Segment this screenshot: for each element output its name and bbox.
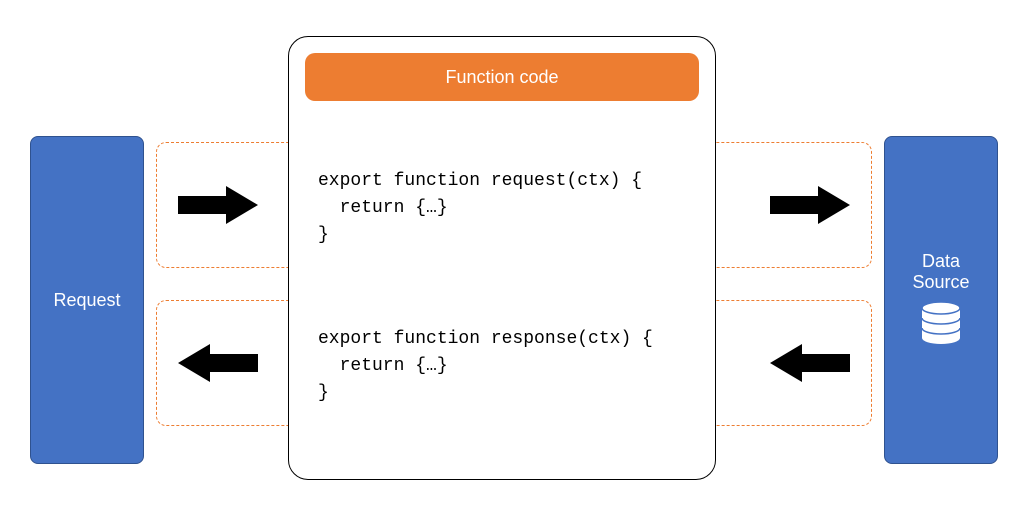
response-code: export function response(ctx) { return {… [318,326,653,407]
function-code-header-label: Function code [445,67,558,88]
data-source-box: Data Source [884,136,998,464]
request-box: Request [30,136,144,464]
arrow-right-icon [178,186,258,224]
function-code-box: Function code [288,36,716,480]
data-source-label-line2: Source [912,272,969,292]
arrow-left-icon [178,344,258,382]
data-source-label: Data Source [912,251,969,293]
arrow-left-icon [770,344,850,382]
database-icon [920,301,962,349]
request-label: Request [53,290,120,311]
request-code: export function request(ctx) { return {…… [318,168,642,249]
diagram-canvas: Request Data Source Function code export… [0,0,1024,522]
arrow-right-icon [770,186,850,224]
data-source-label-line1: Data [922,251,960,271]
function-code-header: Function code [305,53,699,101]
